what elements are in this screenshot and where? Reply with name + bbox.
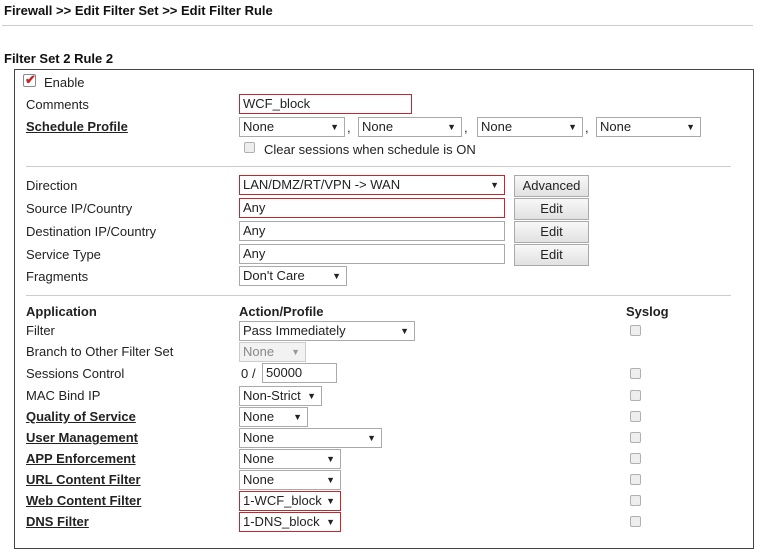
destination-label: Destination IP/Country — [26, 224, 157, 239]
section-divider — [26, 295, 731, 296]
url-content-filter-syslog-checkbox[interactable] — [630, 474, 641, 485]
breadcrumb: Firewall >> Edit Filter Set >> Edit Filt… — [4, 3, 273, 18]
chevron-down-icon: ▼ — [332, 271, 341, 281]
enable-checkbox[interactable]: ✔ — [23, 72, 36, 87]
clear-sessions-label: Clear sessions when schedule is ON — [264, 142, 476, 157]
chevron-down-icon: ▼ — [330, 122, 339, 132]
user-management-select[interactable]: None ▼ — [239, 428, 382, 448]
user-management-syslog-checkbox[interactable] — [630, 432, 641, 443]
direction-select-value: LAN/DMZ/RT/VPN -> WAN — [243, 177, 401, 192]
clear-sessions-checkbox[interactable] — [244, 142, 255, 153]
web-content-filter-syslog-checkbox[interactable] — [630, 495, 641, 506]
service-edit-button[interactable]: Edit — [514, 244, 589, 266]
chevron-down-icon: ▼ — [490, 180, 499, 190]
mac-bind-select-value: Non-Strict — [243, 388, 301, 403]
chevron-down-icon: ▼ — [447, 122, 456, 132]
schedule-separator: , — [347, 120, 351, 135]
app-enforcement-link[interactable]: APP Enforcement — [26, 451, 136, 466]
web-content-filter-select-value: 1-WCF_block — [243, 493, 322, 508]
comments-input[interactable]: WCF_block — [239, 94, 412, 114]
app-enforcement-select-value: None — [243, 451, 275, 466]
chevron-down-icon: ▼ — [291, 347, 300, 357]
mac-bind-label: MAC Bind IP — [26, 388, 101, 403]
qos-select-value: None — [243, 409, 275, 424]
application-header: Application — [26, 304, 97, 319]
source-edit-button[interactable]: Edit — [514, 198, 589, 220]
filter-syslog-checkbox[interactable] — [630, 325, 641, 336]
comments-label: Comments — [26, 97, 89, 112]
filter-label: Filter — [26, 323, 55, 338]
dns-filter-select[interactable]: 1-DNS_block ▼ — [239, 512, 341, 532]
chevron-down-icon: ▼ — [326, 517, 335, 527]
sessions-max-input[interactable]: 50000 — [262, 363, 337, 383]
app-enforcement-syslog-checkbox[interactable] — [630, 453, 641, 464]
schedule-select-4[interactable]: None ▼ — [596, 117, 701, 137]
service-label: Service Type — [26, 247, 101, 262]
sessions-syslog-checkbox[interactable] — [630, 368, 641, 379]
schedule-separator: , — [585, 120, 589, 135]
advanced-button[interactable]: Advanced — [514, 175, 589, 197]
chevron-down-icon: ▼ — [400, 326, 409, 336]
user-management-select-value: None — [243, 430, 275, 445]
user-management-link[interactable]: User Management — [26, 430, 138, 445]
schedule-select-1[interactable]: None ▼ — [239, 117, 345, 137]
schedule-separator: , — [464, 120, 468, 135]
syslog-header: Syslog — [626, 304, 669, 319]
dns-filter-select-value: 1-DNS_block — [243, 514, 320, 529]
checkmark-icon: ✔ — [25, 72, 36, 87]
direction-label: Direction — [26, 178, 78, 193]
chevron-down-icon: ▼ — [686, 122, 695, 132]
fragments-select-value: Don't Care — [243, 268, 305, 283]
fragments-label: Fragments — [26, 269, 89, 284]
filter-select[interactable]: Pass Immediately ▼ — [239, 321, 415, 341]
service-input[interactable]: Any — [239, 244, 505, 264]
action-profile-header: Action/Profile — [239, 304, 324, 319]
web-content-filter-select[interactable]: 1-WCF_block ▼ — [239, 491, 341, 511]
chevron-down-icon: ▼ — [307, 391, 316, 401]
schedule-profile-link[interactable]: Schedule Profile — [26, 119, 128, 134]
source-input[interactable]: Any — [239, 198, 505, 218]
dns-filter-syslog-checkbox[interactable] — [630, 516, 641, 527]
header-divider — [2, 25, 753, 26]
schedule-select-3[interactable]: None ▼ — [477, 117, 583, 137]
chevron-down-icon: ▼ — [367, 433, 376, 443]
sessions-current: 0 — [241, 366, 249, 381]
chevron-down-icon: ▼ — [326, 496, 335, 506]
section-title: Filter Set 2 Rule 2 — [4, 51, 114, 66]
schedule-select-4-value: None — [600, 119, 632, 134]
destination-input[interactable]: Any — [239, 221, 505, 241]
branch-select: None ▼ — [239, 342, 306, 362]
branch-select-value: None — [243, 344, 275, 359]
qos-link[interactable]: Quality of Service — [26, 409, 136, 424]
fragments-select[interactable]: Don't Care ▼ — [239, 266, 347, 286]
chevron-down-icon: ▼ — [293, 412, 302, 422]
dns-filter-link[interactable]: DNS Filter — [26, 514, 89, 529]
enable-label: Enable — [44, 75, 85, 90]
chevron-down-icon: ▼ — [568, 122, 577, 132]
chevron-down-icon: ▼ — [326, 454, 335, 464]
chevron-down-icon: ▼ — [326, 475, 335, 485]
schedule-select-1-value: None — [243, 119, 275, 134]
section-divider — [26, 166, 731, 167]
branch-label: Branch to Other Filter Set — [26, 344, 174, 359]
mac-bind-select[interactable]: Non-Strict ▼ — [239, 386, 322, 406]
sessions-control-label: Sessions Control — [26, 366, 125, 381]
source-label: Source IP/Country — [26, 201, 133, 216]
destination-edit-button[interactable]: Edit — [514, 221, 589, 243]
url-content-filter-select[interactable]: None ▼ — [239, 470, 341, 490]
schedule-select-2-value: None — [362, 119, 394, 134]
schedule-select-3-value: None — [481, 119, 513, 134]
sessions-separator: / — [252, 366, 256, 381]
qos-syslog-checkbox[interactable] — [630, 411, 641, 422]
qos-select[interactable]: None ▼ — [239, 407, 308, 427]
url-content-filter-link[interactable]: URL Content Filter — [26, 472, 141, 487]
mac-bind-syslog-checkbox[interactable] — [630, 390, 641, 401]
app-enforcement-select[interactable]: None ▼ — [239, 449, 341, 469]
direction-select[interactable]: LAN/DMZ/RT/VPN -> WAN ▼ — [239, 175, 505, 195]
schedule-select-2[interactable]: None ▼ — [358, 117, 462, 137]
filter-select-value: Pass Immediately — [243, 323, 346, 338]
url-content-filter-select-value: None — [243, 472, 275, 487]
web-content-filter-link[interactable]: Web Content Filter — [26, 493, 141, 508]
